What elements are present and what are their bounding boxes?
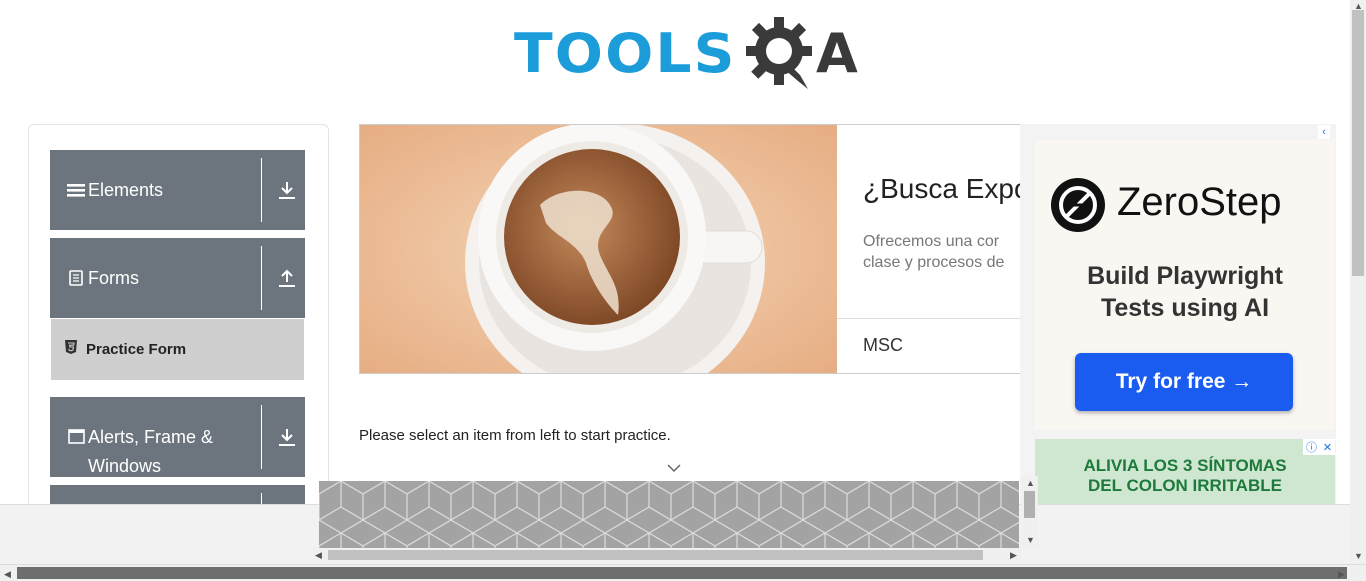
- bottom-ad-pattern[interactable]: [319, 481, 1019, 548]
- upload-icon[interactable]: [278, 268, 296, 288]
- window-icon: [66, 429, 86, 444]
- colon-ad[interactable]: ⓘ ✕ ALIVIA LOS 3 SÍNTOMAS DEL COLON IRRI…: [1035, 439, 1335, 504]
- banner-title: ¿Busca Expo: [863, 173, 1030, 204]
- group-header-forms[interactable]: Forms: [50, 238, 305, 318]
- logo-qa-mark: A: [744, 15, 858, 91]
- banner-description: Ofrecemos una cor clase y procesos de: [863, 231, 1004, 273]
- page-horizontal-scroll-thumb[interactable]: [17, 567, 1347, 579]
- coffee-image: [360, 125, 837, 373]
- ad-tagline-line: Build Playwright: [1087, 262, 1283, 290]
- scroll-right-arrow-icon[interactable]: ▶: [1338, 569, 1345, 579]
- group-label: Forms: [88, 267, 139, 288]
- ad-tagline: Build Playwright Tests using AI: [1035, 260, 1335, 324]
- scroll-down-arrow-icon[interactable]: ▼: [1026, 535, 1035, 545]
- hamburger-icon: [66, 182, 86, 198]
- zerostep-ad[interactable]: ZeroStep Build Playwright Tests using AI…: [1035, 140, 1335, 430]
- group-header-elements[interactable]: Elements: [50, 150, 305, 230]
- scroll-down-arrow-icon[interactable]: ▼: [1354, 551, 1363, 561]
- divider: [261, 158, 262, 222]
- group-label: Alerts, Frame & Windows: [88, 427, 214, 476]
- info-icon[interactable]: ⓘ: [1306, 439, 1317, 455]
- logo-text-tools: TOOLS: [514, 21, 737, 85]
- ad-text-line: DEL COLON IRRITABLE: [1088, 476, 1282, 495]
- ad-vertical-scroll-thumb[interactable]: [1024, 491, 1035, 518]
- scroll-left-arrow-icon[interactable]: ◀: [4, 569, 11, 579]
- chevron-down-icon[interactable]: [666, 460, 682, 478]
- scroll-up-arrow-icon[interactable]: ▲: [1026, 478, 1035, 488]
- banner-brand: MSC: [863, 335, 903, 355]
- menu-item-label: Practice Form: [86, 341, 187, 358]
- zerostep-logo-icon: [1051, 178, 1105, 232]
- divider: [261, 246, 262, 310]
- ad-horizontal-scroll-thumb[interactable]: [328, 550, 983, 560]
- divider: [261, 405, 262, 469]
- document-icon: [66, 270, 86, 286]
- menu-item-practice-form[interactable]: Practice Form: [51, 319, 304, 380]
- html5-icon: [65, 340, 79, 359]
- ad-banner[interactable]: ¿Busca Expo Ofrecemos una cor clase y pr…: [359, 124, 1059, 374]
- ad-controls: ⓘ ✕: [1303, 439, 1335, 455]
- download-icon[interactable]: [278, 180, 296, 200]
- download-icon[interactable]: [278, 427, 296, 447]
- ad-brand-name: ZeroStep: [1117, 180, 1282, 224]
- group-label: Elements: [88, 179, 164, 200]
- adchoices-icon[interactable]: ‹: [1318, 125, 1330, 139]
- gear-magnifier-icon: [745, 17, 812, 89]
- group-header-alerts[interactable]: Alerts, Frame & Windows: [50, 397, 305, 477]
- ad-text-line: ALIVIA LOS 3 SÍNTOMAS: [1083, 456, 1287, 475]
- page: TOOLS A Elements Forms Practice Form Ale…: [0, 0, 1366, 581]
- left-panel: Elements Forms Practice Form Alerts, Fra…: [28, 124, 329, 524]
- scroll-left-arrow-icon[interactable]: ◀: [315, 550, 322, 560]
- instruction-text: Please select an item from left to start…: [359, 427, 671, 444]
- scroll-right-arrow-icon[interactable]: ▶: [1010, 550, 1017, 560]
- banner-desc-line: Ofrecemos una cor: [863, 233, 1000, 250]
- toolsqa-logo[interactable]: TOOLS A: [514, 14, 858, 92]
- page-vertical-scroll-thumb[interactable]: [1352, 10, 1364, 276]
- ad-tagline-line: Tests using AI: [1100, 294, 1270, 322]
- ad-text: ALIVIA LOS 3 SÍNTOMAS DEL COLON IRRITABL…: [1035, 456, 1335, 496]
- logo-text-a: A: [815, 21, 858, 85]
- try-for-free-button[interactable]: Try for free →: [1075, 353, 1293, 411]
- scroll-up-arrow-icon[interactable]: ▲: [1354, 1, 1363, 11]
- banner-desc-line: clase y procesos de: [863, 254, 1005, 271]
- close-icon[interactable]: ✕: [1323, 441, 1332, 454]
